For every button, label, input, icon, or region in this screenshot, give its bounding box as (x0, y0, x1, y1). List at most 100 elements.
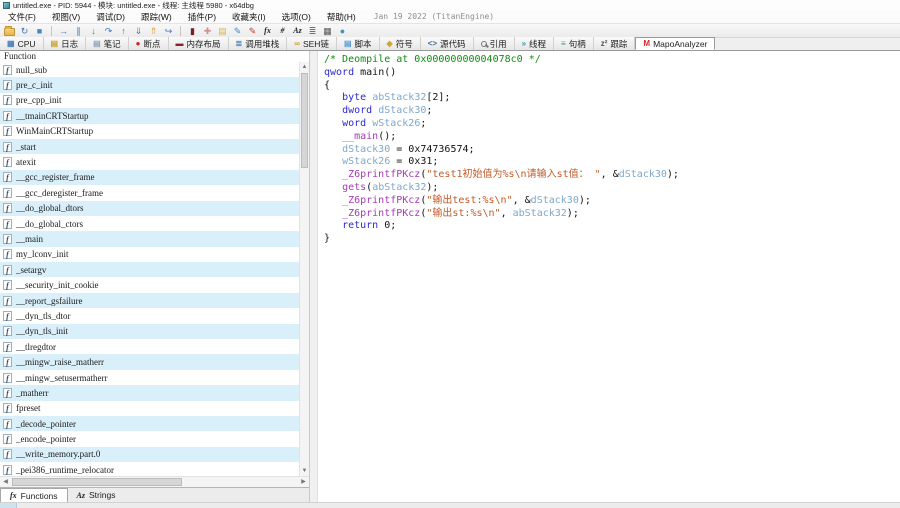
step-out-icon[interactable]: ⇓ (132, 25, 145, 37)
tab-breakpoints-icon: ● (135, 38, 141, 48)
tab-log-label: 日志 (61, 38, 79, 49)
edit-brush-icon[interactable]: ✎ (231, 25, 244, 37)
function-name: _decode_pointer (16, 418, 76, 429)
tab-functions[interactable]: fx Functions (0, 488, 68, 502)
function-list-item[interactable]: f __do_global_dtors (0, 200, 299, 216)
function-list-item[interactable]: f __dyn_tls_dtor (0, 308, 299, 323)
horizontal-scrollbar[interactable]: ◀ ▶ (0, 476, 309, 487)
function-list-item[interactable]: f pre_c_init (0, 77, 299, 93)
function-list-item[interactable]: f _matherr (0, 385, 299, 401)
vertical-scrollbar[interactable]: ▲ ▼ (299, 62, 309, 476)
function-list-item[interactable]: f __gcc_deregister_frame (0, 185, 299, 200)
tab-cpu[interactable]: ▦ CPU (0, 37, 44, 50)
memory-icon[interactable]: ▦ (321, 25, 334, 37)
function-list-item[interactable]: f __tmainCRTStartup (0, 108, 299, 124)
restart-icon[interactable]: ↻ (18, 25, 31, 37)
tab-symbols-icon: ◈ (386, 38, 393, 48)
function-list-item[interactable]: f atexit (0, 154, 299, 169)
execute-till-return-icon[interactable]: ↑ (117, 25, 130, 37)
menu-item-2[interactable]: 调试(D) (88, 11, 133, 23)
function-list-item[interactable]: f __main (0, 231, 299, 247)
pause-icon[interactable]: ∥ (72, 25, 85, 37)
tab-mapoanalyzer[interactable]: M MapoAnalyzer (635, 37, 716, 50)
function-list-item[interactable]: f __dyn_tls_init (0, 323, 299, 340)
stop-icon[interactable]: ■ (33, 25, 46, 37)
scroll-right-arrow-icon[interactable]: ▶ (298, 477, 309, 488)
function-list-item[interactable]: f _pei386_runtime_relocator (0, 462, 299, 476)
skip-next-icon[interactable]: ↪ (162, 25, 175, 37)
comments-icon[interactable]: ▤ (216, 25, 229, 37)
function-list-item[interactable]: f __mingw_raise_matherr (0, 354, 299, 370)
function-list-item[interactable]: f null_sub (0, 62, 299, 77)
tab-symbols[interactable]: ◈ 符号 (379, 37, 421, 50)
tab-trace[interactable]: z² 跟踪 (593, 37, 636, 50)
tab-handles[interactable]: ≡ 句柄 (554, 37, 594, 50)
run-to-user-code-icon[interactable]: ⇑ (147, 25, 160, 37)
breakpoints-icon[interactable]: ▮ (186, 25, 199, 37)
scroll-left-arrow-icon[interactable]: ◀ (0, 477, 11, 488)
function-list-item[interactable]: f _setargv (0, 262, 299, 278)
menu-item-4[interactable]: 插件(P) (180, 11, 224, 23)
function-list-item[interactable]: f __gcc_register_frame (0, 169, 299, 186)
tab-script[interactable]: ▤ 脚本 (336, 37, 380, 50)
menu-item-0[interactable]: 文件(F) (0, 11, 44, 23)
function-list-item[interactable]: f __security_init_cookie (0, 277, 299, 292)
strings-az-icon[interactable]: Az (291, 25, 304, 37)
tab-log-icon: ▤ (50, 38, 59, 48)
step-over-icon[interactable]: ↷ (102, 25, 115, 37)
function-list-item[interactable]: f __tlregdtor (0, 339, 299, 354)
function-list-item[interactable]: f __do_global_ctors (0, 216, 299, 231)
function-list-item[interactable]: f _start (0, 138, 299, 155)
function-icon: f (3, 295, 12, 306)
function-list-item[interactable]: f my_lconv_init (0, 247, 299, 262)
tab-call-stack[interactable]: ≣ 调用堆栈 (228, 37, 288, 50)
tab-memory-map[interactable]: ▬ 内存布局 (168, 37, 229, 50)
graph-icon[interactable]: ≣ (306, 25, 319, 37)
function-list-item[interactable]: f fpreset (0, 401, 299, 416)
patches-icon[interactable]: ✚ (201, 25, 214, 37)
scroll-up-arrow-icon[interactable]: ▲ (300, 62, 309, 72)
tab-notes[interactable]: ▤ 笔记 (86, 37, 129, 50)
menu-item-3[interactable]: 跟踪(W) (133, 11, 180, 23)
menu-item-7[interactable]: 帮助(H) (319, 11, 364, 23)
tab-references[interactable]: 引用 (473, 37, 515, 50)
app-icon (3, 1, 10, 9)
settings-icon[interactable]: ● (336, 25, 349, 37)
menu-item-5[interactable]: 收藏夹(I) (224, 11, 274, 23)
tab-strings[interactable]: Az Strings (67, 488, 125, 502)
highlight-pencil-icon[interactable]: ✎ (246, 25, 259, 37)
menu-item-1[interactable]: 视图(V) (44, 11, 88, 23)
function-icon: f (3, 264, 12, 275)
function-list-item[interactable]: f __mingw_setusermatherr (0, 370, 299, 385)
tab-seh-chain[interactable]: ∞ SEH链 (287, 37, 337, 50)
assemble-fx-icon[interactable]: fx (261, 25, 274, 37)
tab-references-label: 引用 (489, 38, 507, 49)
function-name: __write_memory.part.0 (16, 449, 101, 460)
tab-breakpoints[interactable]: ● 断点 (128, 37, 169, 50)
scroll-down-arrow-icon[interactable]: ▼ (300, 466, 309, 476)
function-list-item[interactable]: f pre_cpp_init (0, 93, 299, 108)
function-list-item[interactable]: f _decode_pointer (0, 415, 299, 432)
tab-notes-label: 笔记 (103, 38, 121, 49)
open-folder-icon[interactable] (4, 25, 15, 36)
decompiler-code-panel[interactable]: /* Deompile at 0x00000000004078c0 */qwor… (318, 51, 900, 502)
tab-threads[interactable]: » 线程 (514, 37, 555, 50)
function-list-item[interactable]: f __report_gsfailure (0, 292, 299, 309)
function-list-item[interactable]: f WinMainCRTStartup (0, 124, 299, 139)
function-icon: f (3, 326, 12, 337)
functions-list[interactable]: ▲ ▼ f null_sub f pre_c_init f pre_cpp_init f __… (0, 62, 309, 476)
function-list-item[interactable]: f _encode_pointer (0, 431, 299, 446)
label-hash-icon[interactable]: # (276, 25, 289, 37)
function-icon: f (3, 403, 12, 414)
vertical-scrollbar-thumb[interactable] (301, 73, 308, 168)
panel-splitter[interactable] (310, 51, 318, 502)
run-icon[interactable]: → (57, 25, 70, 37)
step-into-icon[interactable]: ↓ (87, 25, 100, 37)
function-list-item[interactable]: f __write_memory.part.0 (0, 446, 299, 463)
horizontal-scrollbar-thumb[interactable] (12, 478, 182, 486)
function-name: _matherr (16, 387, 49, 398)
menu-item-6[interactable]: 选项(O) (274, 11, 319, 23)
tab-source[interactable]: <> 源代码 (420, 37, 474, 50)
tab-log[interactable]: ▤ 日志 (43, 37, 87, 50)
